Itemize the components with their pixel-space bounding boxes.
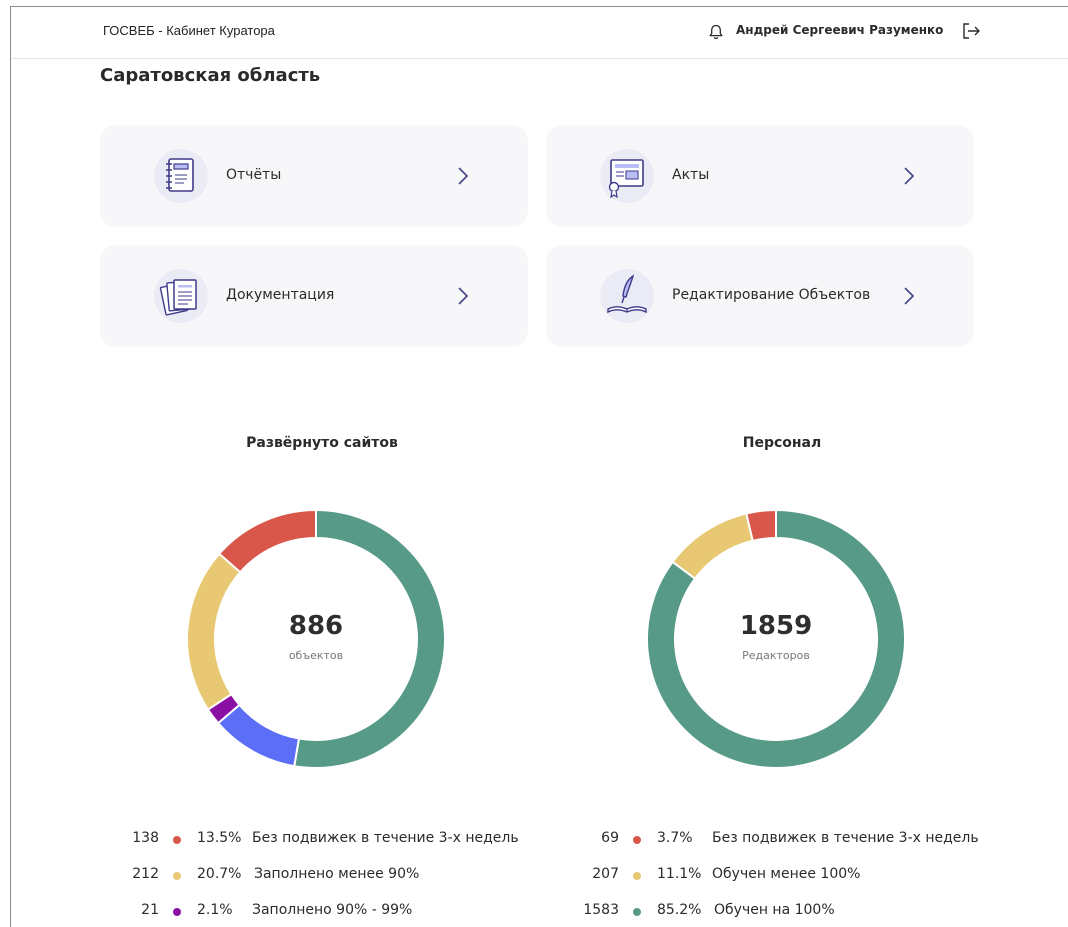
legend-label: Без подвижек в течение 3-х недель [252,830,519,846]
card-label: Отчёты [226,167,282,183]
chevron-right-icon [904,287,915,305]
chevron-right-icon [904,167,915,185]
documents-icon [154,269,208,323]
card-acts[interactable]: Акты [546,125,974,227]
legend-label: Обучен на 100% [714,902,835,918]
legend-dot [633,836,641,844]
logout-icon[interactable] [961,21,981,41]
card-reports[interactable]: Отчёты [100,125,528,227]
certificate-icon [600,149,654,203]
chart-title-sites: Развёрнуто сайтов [246,435,398,451]
donut-slice[interactable] [217,508,317,574]
card-label: Документация [226,287,335,303]
card-documentation[interactable]: Документация [100,245,528,347]
donut-slice[interactable] [671,512,754,581]
legend-percent: 85.2% [657,902,702,918]
center-label: объектов [288,649,344,662]
center-label: Редакторов [742,649,810,662]
legend-dot [633,872,641,880]
legend-dot [633,908,641,916]
app-title: ГОСВЕБ - Кабинет Куратора [103,23,275,38]
donut-slice[interactable] [745,508,777,542]
legend-count: 138 [132,830,159,846]
legend-count: 21 [141,902,159,918]
legend-label: Обучен менее 100% [712,866,861,882]
legend-percent: 11.1% [657,866,702,882]
legend-count: 212 [132,866,159,882]
legend-percent: 13.5% [197,830,242,846]
legend-count: 69 [601,830,619,846]
quill-book-icon [600,269,654,323]
center-value: 1859 [739,611,813,641]
legend-count: 207 [592,866,619,882]
center-value: 886 [288,611,344,641]
legend-percent: 3.7% [657,830,693,846]
app-frame: ГОСВЕБ - Кабинет Куратора Андрей Сергеев… [10,6,1068,927]
bell-icon[interactable] [707,23,725,41]
top-bar: ГОСВЕБ - Кабинет Куратора Андрей Сергеев… [11,7,1068,59]
legend-label: Заполнено 90% - 99% [252,902,413,918]
donut-slice[interactable] [216,703,301,768]
notebook-icon [154,149,208,203]
card-label: Редактирование Объектов [672,287,871,303]
legend-dot [173,872,181,880]
chevron-right-icon [458,287,469,305]
legend-label: Заполнено менее 90% [254,866,420,882]
legend-label: Без подвижек в течение 3-х недель [712,830,979,846]
user-name[interactable]: Андрей Сергеевич Разуменко [736,23,943,37]
legend-dot [173,908,181,916]
chart-title-staff: Персонал [742,435,822,451]
legend-percent: 2.1% [197,902,233,918]
card-label: Акты [672,167,710,183]
legend-count: 1583 [583,902,619,918]
legend-percent: 20.7% [197,866,242,882]
page-title: Саратовская область [100,65,321,86]
chevron-right-icon [458,167,469,185]
card-edit-objects[interactable]: Редактирование Объектов [546,245,974,347]
legend-dot [173,836,181,844]
